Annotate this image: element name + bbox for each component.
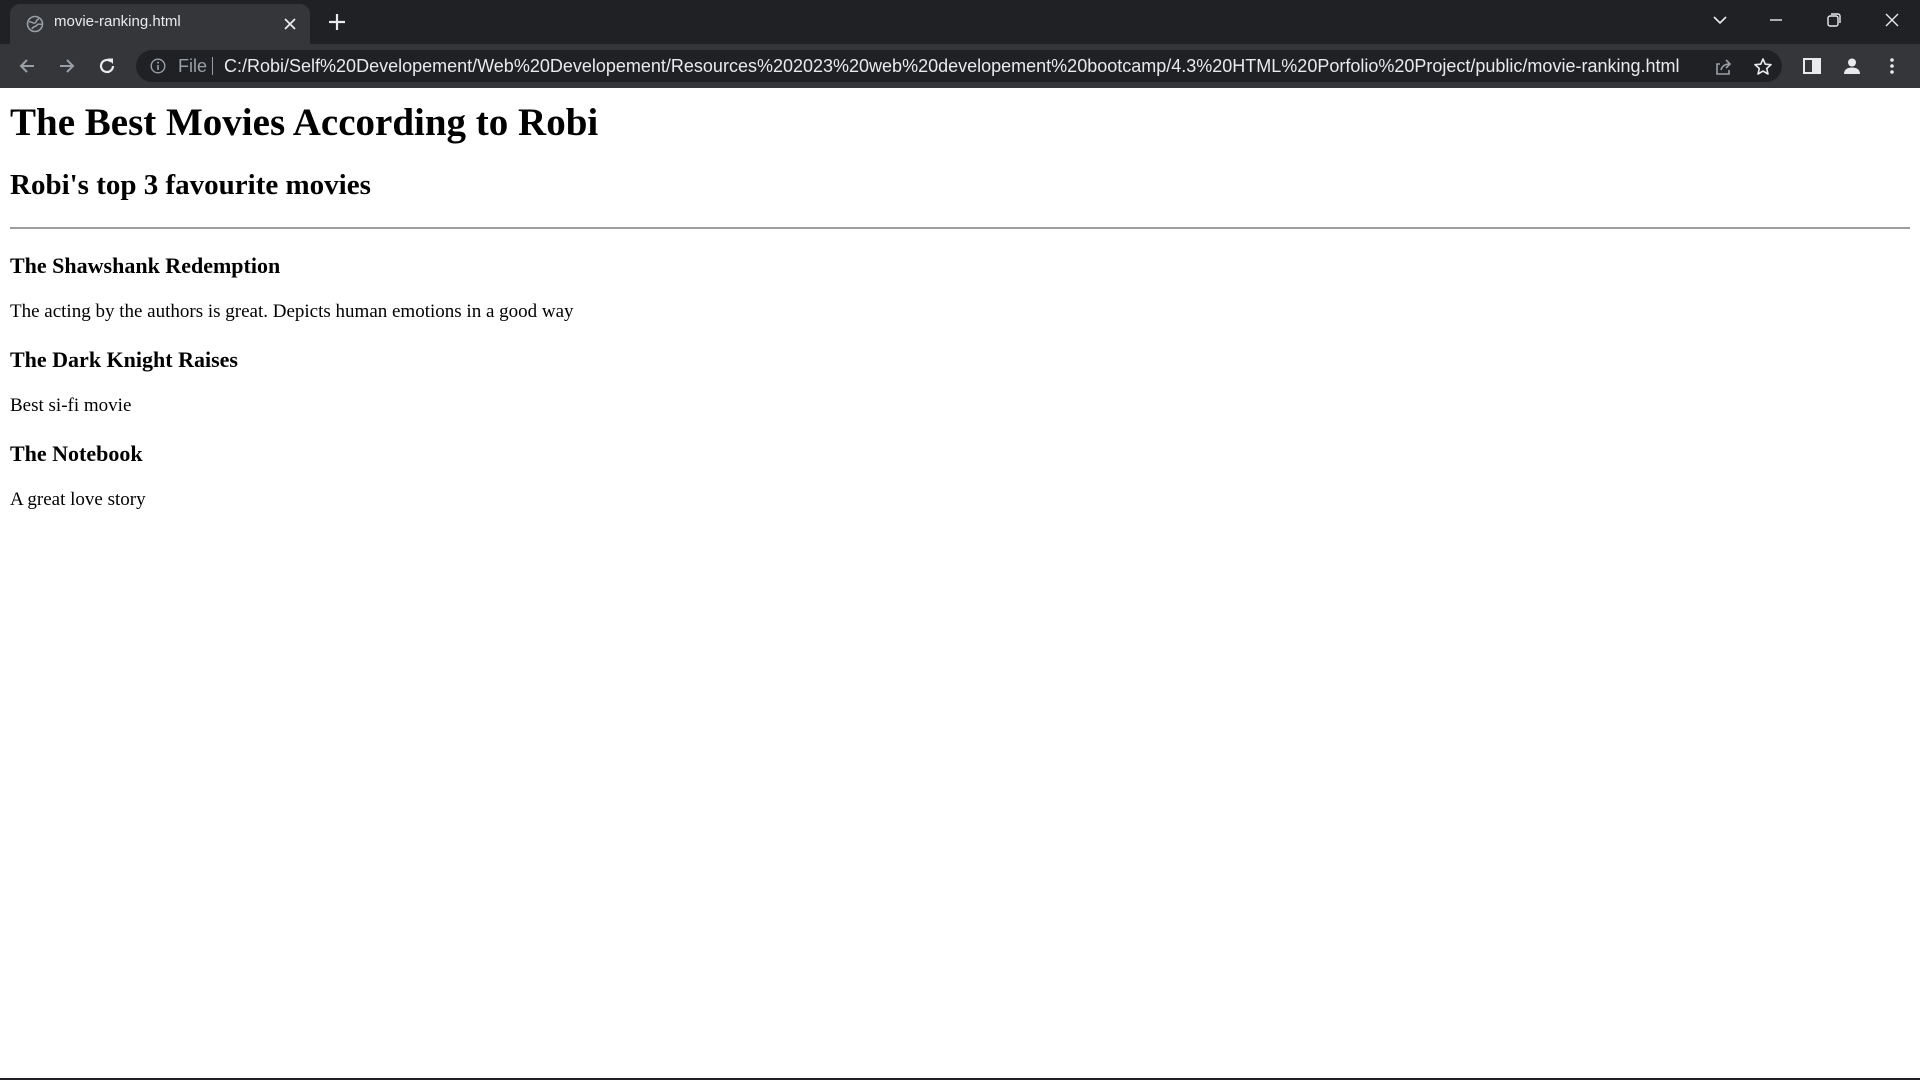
share-icon[interactable] bbox=[1712, 56, 1734, 78]
movie-description: The acting by the authors is great. Depi… bbox=[10, 301, 574, 322]
page-body: The Best Movies According to Robi Robi's… bbox=[0, 100, 1920, 511]
back-arrow-icon[interactable] bbox=[13, 52, 41, 80]
page-title: The Best Movies According to Robi bbox=[10, 101, 599, 144]
minimize-icon[interactable] bbox=[1748, 0, 1804, 40]
address-separator bbox=[212, 57, 213, 75]
url-text[interactable]: C:/Robi/Self%20Developement/Web%20Develo… bbox=[224, 56, 1680, 77]
info-icon[interactable] bbox=[150, 58, 166, 74]
tab-title: movie-ranking.html bbox=[54, 13, 181, 30]
movie-description: Best si-fi movie bbox=[10, 395, 132, 416]
toolbar: File C:/Robi/Self%20Developement/Web%20D… bbox=[0, 44, 1920, 88]
scheme-label: File bbox=[178, 56, 208, 76]
tab-strip: movie-ranking.html bbox=[0, 0, 1920, 44]
movie-title: The Dark Knight Raises bbox=[10, 347, 238, 372]
side-panel-icon[interactable] bbox=[1798, 52, 1826, 80]
tab-movie-ranking[interactable]: movie-ranking.html bbox=[10, 4, 310, 44]
close-icon[interactable] bbox=[280, 14, 300, 34]
globe-icon bbox=[26, 15, 44, 33]
page-subtitle: Robi's top 3 favourite movies bbox=[10, 169, 371, 201]
forward-arrow-icon[interactable] bbox=[53, 52, 81, 80]
page-content: The Best Movies According to Robi Robi's… bbox=[0, 88, 1920, 1078]
more-menu-icon[interactable] bbox=[1878, 52, 1906, 80]
restore-icon[interactable] bbox=[1806, 0, 1862, 40]
address-bar[interactable]: File C:/Robi/Self%20Developement/Web%20D… bbox=[136, 50, 1782, 82]
browser-chrome: movie-ranking.html File C:/Robi/Self%20D… bbox=[0, 0, 1920, 88]
profile-avatar-icon[interactable] bbox=[1838, 52, 1866, 80]
movie-title: The Shawshank Redemption bbox=[10, 253, 281, 278]
movie-title: The Notebook bbox=[10, 441, 143, 466]
close-window-icon[interactable] bbox=[1864, 0, 1920, 40]
tab-search-chevron-down-icon[interactable] bbox=[1692, 0, 1748, 40]
movie-description: A great love story bbox=[10, 489, 146, 510]
bookmark-star-icon[interactable] bbox=[1752, 56, 1774, 78]
reload-icon[interactable] bbox=[93, 52, 121, 80]
new-tab-plus-icon[interactable] bbox=[325, 10, 349, 34]
divider bbox=[10, 227, 1910, 229]
